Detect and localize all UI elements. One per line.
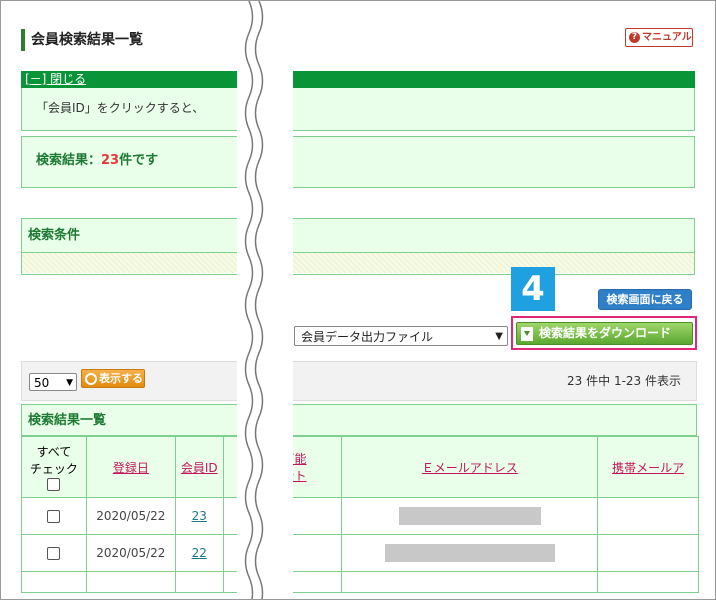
check-all-checkbox[interactable] bbox=[47, 478, 61, 491]
row-mobile-email bbox=[597, 534, 699, 572]
chevron-down-icon: ▼ bbox=[495, 331, 503, 342]
check-all-header: すべて チェック bbox=[21, 436, 87, 498]
download-label: 検索結果をダウンロード bbox=[539, 326, 672, 340]
date-header: 登録日 bbox=[85, 436, 176, 498]
result-prefix: 検索結果： bbox=[36, 153, 102, 168]
manual-button[interactable]: ? マニュアル bbox=[625, 28, 693, 47]
result-list-title: 検索結果一覧 bbox=[21, 404, 697, 436]
search-icon bbox=[85, 373, 97, 385]
row-checkbox[interactable] bbox=[47, 510, 61, 523]
table-header-row: すべて チェック 登録日 会員ID 利用可能ポイント Ｅメールアドレス 携帯メー… bbox=[21, 436, 699, 498]
search-conditions: 検索条件 bbox=[21, 218, 695, 275]
back-to-search-button[interactable]: 検索画面に戻る bbox=[598, 289, 692, 310]
result-range-text: 23 件中 1-23 件表示 bbox=[567, 374, 681, 388]
sort-member-id-link[interactable]: 会員ID bbox=[181, 461, 218, 475]
table-row: 2020/05/22 23 0 bbox=[21, 497, 699, 535]
page-title: 会員検索結果一覧 bbox=[21, 29, 143, 51]
download-file-icon bbox=[521, 326, 533, 341]
wavy-break-lines bbox=[244, 1, 264, 599]
member-id-link[interactable]: 22 bbox=[192, 546, 207, 560]
output-file-value: 会員データ出力ファイル bbox=[301, 330, 434, 344]
result-summary: 検索結果：23件です bbox=[21, 136, 695, 188]
email-header: Ｅメールアドレス bbox=[341, 436, 599, 498]
row-checkbox[interactable] bbox=[47, 547, 61, 560]
close-bar[interactable]: [－] 閉じる bbox=[21, 71, 695, 88]
table-row: 2020/05/22 22 0 bbox=[21, 534, 699, 572]
conditions-body bbox=[22, 253, 694, 273]
sort-date-link[interactable]: 登録日 bbox=[113, 461, 149, 475]
chevron-down-icon: ▼ bbox=[66, 378, 73, 388]
show-button[interactable]: 表示する bbox=[81, 369, 145, 388]
step-badge: 4 bbox=[511, 267, 555, 311]
row-date: 2020/05/22 bbox=[85, 534, 176, 572]
check-all-label-1: すべて bbox=[36, 445, 72, 459]
per-page-select[interactable]: 50 ▼ bbox=[29, 373, 77, 391]
sort-email-link[interactable]: Ｅメールアドレス bbox=[422, 461, 518, 475]
help-icon: ? bbox=[629, 31, 640, 43]
mobile-email-header: 携帯メールア bbox=[597, 436, 699, 498]
check-all-label-2: チェック bbox=[29, 462, 78, 476]
results-table: すべて チェック 登録日 会員ID 利用可能ポイント Ｅメールアドレス 携帯メー… bbox=[21, 436, 699, 593]
member-id-header: 会員ID bbox=[174, 436, 224, 498]
result-count: 23 bbox=[101, 153, 120, 168]
screenshot-frame: 会員検索結果一覧 ? マニュアル [－] 閉じる 「会員ID」をクリックすると、 … bbox=[0, 0, 716, 600]
omission-tear bbox=[237, 1, 293, 599]
row-mobile-email bbox=[597, 497, 699, 535]
redacted-email bbox=[398, 507, 541, 525]
info-text: 「会員ID」をクリックすると、 bbox=[36, 101, 205, 115]
row-date: 2020/05/22 bbox=[85, 497, 176, 535]
close-link[interactable]: [－] 閉じる bbox=[21, 72, 86, 86]
table-row bbox=[21, 571, 699, 593]
per-page-value: 50 bbox=[34, 376, 50, 390]
show-label: 表示する bbox=[99, 372, 143, 385]
member-id-link[interactable]: 23 bbox=[192, 509, 207, 523]
sort-mobile-email-link[interactable]: 携帯メールア bbox=[612, 461, 684, 475]
download-results-button[interactable]: 検索結果をダウンロード bbox=[516, 322, 693, 345]
redacted-email bbox=[384, 544, 555, 562]
output-file-select[interactable]: 会員データ出力ファイル ▼ bbox=[294, 326, 508, 346]
manual-label: マニュアル bbox=[642, 32, 692, 43]
conditions-title: 検索条件 bbox=[22, 219, 694, 253]
info-box: 「会員ID」をクリックすると、 bbox=[21, 88, 695, 131]
result-suffix: 件です bbox=[119, 153, 159, 168]
